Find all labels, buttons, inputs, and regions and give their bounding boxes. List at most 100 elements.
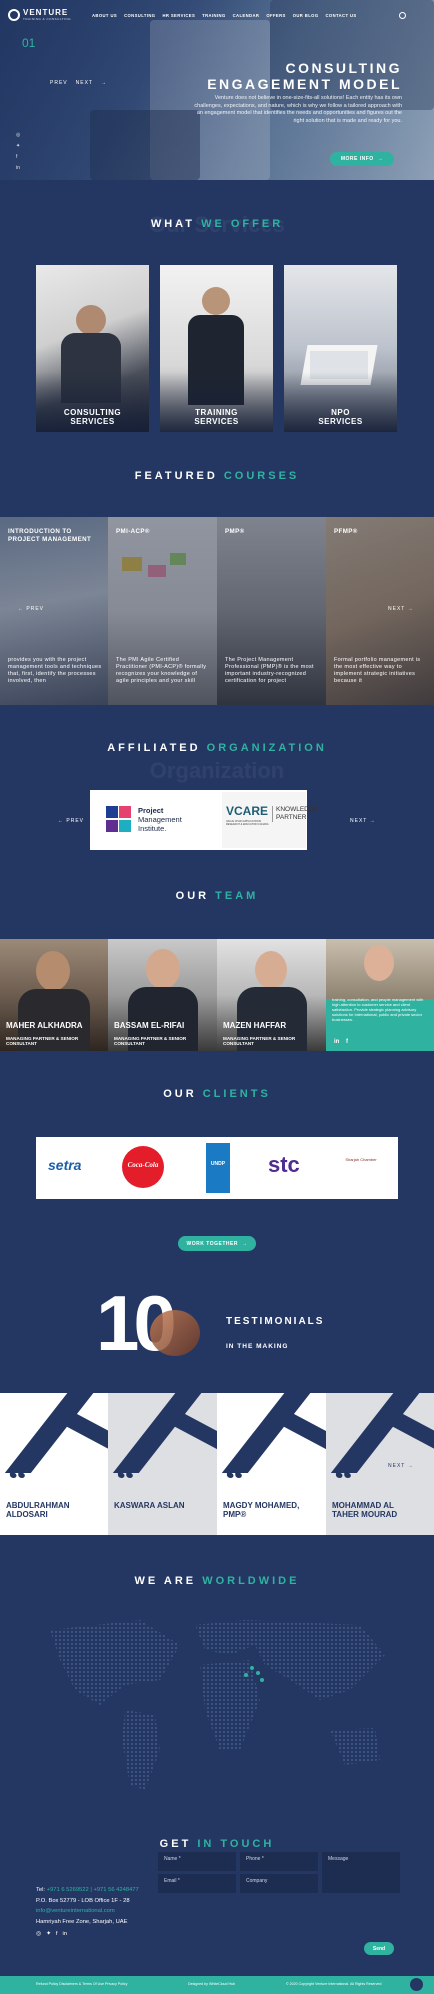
more-info-button[interactable]: MORE INFO → (330, 152, 394, 166)
team-member-card[interactable]: MAZEN HAFFAR MANAGING PARTNER & SENIOR C… (217, 939, 326, 1051)
clients-title-teal: CLIENTS (202, 1088, 271, 1100)
nav-training[interactable]: TRAINING (202, 13, 225, 18)
pmi-text-line3: Institute. (138, 824, 167, 833)
main-nav: ABOUT US CONSULTING HR SERVICES TRAINING… (92, 13, 357, 18)
affiliated-prev-button[interactable]: ← PREV (58, 818, 84, 824)
work-together-button[interactable]: WORK TOGETHER → (178, 1236, 256, 1251)
npo-services-card[interactable]: NPO SERVICES (284, 265, 397, 432)
vcare-logo: VCARE VALUE CHAIN APPLICATIONS RESEARCH … (222, 792, 318, 848)
arrow-right-icon: → (100, 80, 107, 86)
worldwide-section-title: WE ARE WORLDWIDE (0, 1575, 434, 1587)
courses-prev-button[interactable]: ← PREV (18, 606, 44, 612)
team-member-card[interactable]: BASSAM EL-RIFAI MANAGING PARTNER & SENIO… (108, 939, 217, 1051)
hero-next-button[interactable]: NEXT (76, 80, 93, 86)
team-member-featured-card[interactable]: training, consultation, and people manag… (326, 939, 434, 1051)
linkedin-icon[interactable]: in (334, 1039, 339, 1045)
nav-contact[interactable]: CONTACT US (325, 13, 356, 18)
hero-title-line2: ENGAGEMENT MODEL (207, 76, 402, 92)
coca-cola-text: Coca-Cola (127, 1161, 159, 1169)
coca-cola-logo: Coca-Cola (122, 1146, 164, 1188)
hero-prev-button[interactable]: PREV (50, 80, 68, 86)
member-name: MAZEN HAFFAR (223, 1021, 287, 1030)
logo[interactable]: VENTURE TRAINING & CONSULTING (8, 8, 71, 21)
linkedin-icon[interactable]: in (63, 1929, 68, 1940)
twitter-icon[interactable]: ✦ (46, 1929, 51, 1940)
affiliated-next-button[interactable]: NEXT → (350, 818, 376, 824)
twitter-icon[interactable]: ✦ (16, 143, 20, 149)
chat-icon[interactable] (410, 1978, 423, 1991)
address: Hamriyah Free Zone, Sharjah, UAE (36, 1918, 128, 1925)
nav-hr-services[interactable]: HR SERVICES (162, 13, 195, 18)
footer-copyright: © 2020 Copyright Venture International. … (286, 1982, 382, 1986)
facebook-icon[interactable]: f (56, 1929, 58, 1940)
testimonial-card[interactable]: “ KASWARA ASLAN (108, 1393, 217, 1535)
course-title: INTRODUCTION TO PROJECT MANAGEMENT (8, 528, 92, 543)
nav-offers[interactable]: OFFERS (266, 13, 285, 18)
nav-about[interactable]: ABOUT US (92, 13, 117, 18)
team-member-card[interactable]: MAHER ALKHADRA MANAGING PARTNER & SENIOR… (0, 939, 108, 1051)
course-card[interactable]: PMP® The Project Management Professional… (217, 517, 326, 705)
card-label-line1: CONSULTING (63, 408, 122, 417)
testimonial-name-line1: KASWARA ASLAN (114, 1501, 185, 1510)
card-label-line1: NPO (331, 408, 350, 417)
training-services-card[interactable]: TRAINING SERVICES (160, 265, 273, 432)
course-card[interactable]: PFMP® Formal portfolio management is the… (326, 517, 434, 705)
nav-calendar[interactable]: CALENDAR (233, 13, 260, 18)
name-field[interactable]: Name * (158, 1852, 236, 1871)
facebook-icon[interactable]: f (346, 1039, 348, 1045)
testimonial-name-line2: ALDOSARI (6, 1510, 48, 1519)
card-label-line2: SERVICES (194, 417, 239, 426)
testimonial-card[interactable]: “ ABDULRAHMAN ALDOSARI (0, 1393, 108, 1535)
courses-section-title: FEATURED COURSES (0, 470, 434, 482)
worldwide-title-teal: WORLDWIDE (202, 1575, 300, 1587)
email-link[interactable]: info@ventureinternational.com (36, 1906, 139, 1917)
facebook-icon[interactable]: f (16, 154, 17, 160)
message-field[interactable]: Message (322, 1852, 400, 1893)
work-together-label: WORK TOGETHER (186, 1240, 238, 1247)
quote-icon: “ (8, 1459, 27, 1501)
member-role: MANAGING PARTNER & SENIOR CONSULTANT (6, 1036, 79, 1047)
course-description: The PMI Agile Certified Practitioner (PM… (116, 657, 207, 684)
testimonials-photo (150, 1310, 200, 1356)
location-dot (250, 1666, 254, 1670)
footer-links[interactable]: Refund Policy Disclaimers & Terms Of Use… (36, 1982, 127, 1986)
course-card[interactable]: INTRODUCTION TO PROJECT MANAGEMENT provi… (0, 517, 108, 705)
testimonial-card[interactable]: “ MAGDY MOHAMED, PMP® (217, 1393, 326, 1535)
phone-link[interactable]: +971 6 5269522 | +971 56 4248477 (47, 1887, 139, 1893)
location-dot (260, 1678, 264, 1682)
testimonials-next-button[interactable]: NEXT → (388, 1463, 414, 1469)
instagram-icon[interactable]: ◎ (16, 132, 20, 138)
instagram-icon[interactable]: ◎ (36, 1929, 41, 1940)
nav-consulting[interactable]: CONSULTING (124, 13, 155, 18)
course-card[interactable]: PMI-ACP® The PMI Agile Certified Practit… (108, 517, 217, 705)
linkedin-icon[interactable]: in (16, 165, 20, 171)
quote-icon: “ (334, 1459, 353, 1501)
hero-slider-nav: PREV NEXT → (50, 80, 107, 86)
contact-title-white: GET (159, 1838, 192, 1850)
testimonials-label: TESTIMONIALS (226, 1316, 325, 1327)
nav-blog[interactable]: OUR BLOG (293, 13, 319, 18)
vcare-sub: VALUE CHAIN APPLICATIONS RESEARCH & EDUC… (226, 820, 269, 826)
offer-title-teal: WE OFFER (201, 218, 284, 230)
testimonial-name-line2: PMP® (223, 1510, 247, 1519)
testimonial-name-line2: TAHER MOURAD (332, 1510, 398, 1519)
arrow-right-icon: → (377, 156, 384, 162)
member-role: MANAGING PARTNER & SENIOR CONSULTANT (114, 1036, 187, 1047)
arrow-right-icon: → (241, 1240, 248, 1247)
send-button[interactable]: Send (364, 1942, 394, 1955)
email-field[interactable]: Email * (158, 1874, 236, 1893)
logo-mark-icon (8, 8, 20, 21)
course-title: PFMP® (334, 528, 358, 535)
clients-title-white: OUR (163, 1088, 197, 1100)
course-description: provides you with the project management… (8, 657, 102, 684)
company-field[interactable]: Company (240, 1874, 318, 1893)
kp-line2: PARTNER (276, 814, 307, 821)
search-icon[interactable] (399, 12, 406, 19)
consulting-services-card[interactable]: CONSULTING SERVICES (36, 265, 149, 432)
testimonial-card[interactable]: “ MOHAMMAD AL TAHER MOURAD NEXT → (326, 1393, 434, 1535)
phone-field[interactable]: Phone * (240, 1852, 318, 1871)
card-label-line2: SERVICES (70, 417, 115, 426)
po-box: P.O. Box 52779 - LOB Office 1F - 28 (36, 1897, 130, 1904)
courses-next-button[interactable]: NEXT → (388, 606, 414, 612)
courses-prev-label: PREV (26, 606, 45, 612)
